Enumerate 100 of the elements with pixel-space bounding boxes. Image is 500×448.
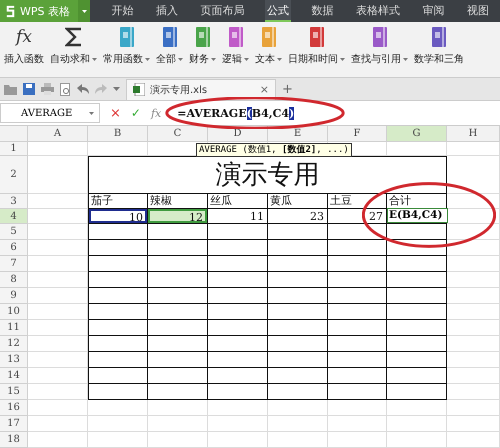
sheet-cell — [328, 240, 387, 256]
menu-tab[interactable]: 表格样式 — [354, 0, 402, 22]
sheet-cell — [328, 256, 387, 272]
table-cell-text: 27 — [368, 209, 384, 223]
menu-tab[interactable]: 审阅 — [420, 0, 446, 22]
ribbon-button[interactable]: fx 插入函数 — [4, 26, 44, 77]
sheet-cell — [88, 368, 148, 384]
row-header[interactable]: 15 — [0, 384, 28, 400]
row-header[interactable]: 8 — [0, 272, 28, 288]
menu-tab[interactable]: 公式 — [264, 0, 291, 22]
formula-field[interactable]: =AVERAGE(B4,C4) — [171, 102, 500, 124]
row-header[interactable]: 13 — [0, 352, 28, 368]
folder-icon[interactable] — [4, 84, 17, 94]
ribbon-button[interactable]: 逻辑 — [222, 26, 249, 77]
app-dropdown-button[interactable] — [78, 0, 90, 22]
sheet-cell — [28, 156, 88, 194]
ribbon-button[interactable]: 全部 — [156, 26, 183, 77]
undo-icon[interactable] — [77, 84, 89, 94]
row-header[interactable]: 7 — [0, 256, 28, 272]
name-box[interactable]: AVERAGE — [0, 103, 100, 123]
row-header[interactable]: 9 — [0, 288, 28, 304]
sheet-cell — [208, 416, 268, 432]
row-header[interactable]: 2 — [0, 156, 28, 194]
sheet-cell — [268, 240, 328, 256]
new-tab-button[interactable]: + — [282, 82, 293, 96]
sheet-cell — [268, 400, 328, 416]
row-header[interactable]: 3 — [0, 194, 28, 209]
cancel-button[interactable]: × — [110, 106, 121, 120]
row-header[interactable]: 5 — [0, 224, 28, 240]
print-icon[interactable] — [41, 83, 54, 95]
sheet-cell — [88, 288, 148, 304]
spreadsheet-file-icon — [133, 83, 145, 96]
function-icon: fx — [16, 26, 32, 48]
column-header[interactable]: B — [88, 126, 148, 142]
menu-tab[interactable]: 页面布局 — [198, 0, 246, 22]
row-header[interactable]: 10 — [0, 304, 28, 320]
row-header[interactable]: 12 — [0, 336, 28, 352]
sheet-cell — [208, 240, 268, 256]
sheet-cell — [148, 384, 208, 400]
sheet-cell — [387, 368, 447, 384]
row-header[interactable]: 1 — [0, 142, 28, 156]
table-cell: 黄瓜 — [270, 194, 292, 207]
sheet-cell — [148, 256, 208, 272]
close-button[interactable]: × — [260, 83, 269, 96]
document-title: 演示专用.xls — [150, 84, 208, 96]
table-cell: 丝瓜 — [210, 194, 232, 207]
table-cell: 10 — [89, 209, 147, 223]
row-header[interactable]: 14 — [0, 368, 28, 384]
ribbon-button[interactable]: 常用函数 — [103, 26, 150, 77]
sheet-cell — [387, 352, 447, 368]
preview-icon[interactable] — [60, 82, 71, 96]
sheet-cell — [447, 156, 500, 194]
cell-editor[interactable]: E(B4,C4) — [387, 208, 448, 223]
ribbon-button[interactable]: 日期和时间 — [288, 26, 345, 77]
sheet-cell — [148, 288, 208, 304]
sheet-cell — [28, 256, 88, 272]
ribbon-button[interactable]: 文本 — [255, 26, 282, 77]
sheet-cell — [328, 336, 387, 352]
row-header[interactable]: 16 — [0, 400, 28, 416]
sheet-cell — [447, 304, 500, 320]
insert-function-button[interactable]: fx — [150, 106, 162, 120]
sheet-cell — [268, 320, 328, 336]
sheet-cell — [328, 288, 387, 304]
sheet-cell — [28, 209, 88, 224]
sheet-cell — [447, 336, 500, 352]
ribbon-button[interactable]: 自动求和 — [50, 26, 97, 77]
table-cell: 土豆 — [330, 194, 352, 207]
column-header[interactable]: G — [387, 126, 447, 142]
sheet-cell — [387, 432, 447, 448]
ribbon-button[interactable]: 数学和三角 — [414, 26, 464, 77]
sheet-cell — [88, 320, 148, 336]
row-header[interactable]: 11 — [0, 320, 28, 336]
column-header[interactable]: A — [28, 126, 88, 142]
column-header[interactable]: C — [148, 126, 208, 142]
menu-tab[interactable]: 数据 — [309, 0, 336, 22]
row-header[interactable]: 17 — [0, 416, 28, 432]
document-tab[interactable]: 演示专用.xls × — [126, 78, 276, 100]
row-header[interactable]: 4 — [0, 209, 28, 224]
ribbon-button[interactable]: 财务 — [189, 26, 216, 77]
ribbon-button[interactable]: 查找与引用 — [351, 26, 408, 77]
menu-tab[interactable]: 开始 — [109, 0, 136, 22]
save-icon[interactable] — [23, 83, 35, 95]
caret-icon — [82, 10, 86, 12]
sheet-cell — [148, 352, 208, 368]
menu-tab[interactable]: 视图 — [464, 0, 491, 22]
menu-tab[interactable]: 插入 — [154, 0, 180, 22]
row-header[interactable]: 18 — [0, 432, 28, 448]
sheet-cell — [328, 384, 387, 400]
sheet-cell — [447, 240, 500, 256]
column-header[interactable]: H — [447, 126, 500, 142]
sheet-cell — [387, 288, 447, 304]
sheet-cell — [328, 432, 387, 448]
column-header[interactable]: E — [268, 126, 328, 142]
caret-icon[interactable] — [113, 87, 120, 91]
column-header[interactable]: F — [328, 126, 387, 142]
sheet-cell — [328, 400, 387, 416]
sheet-cell — [447, 209, 500, 224]
sheet-cell — [268, 304, 328, 320]
sheet-cell — [88, 256, 148, 272]
row-header[interactable]: 6 — [0, 240, 28, 256]
